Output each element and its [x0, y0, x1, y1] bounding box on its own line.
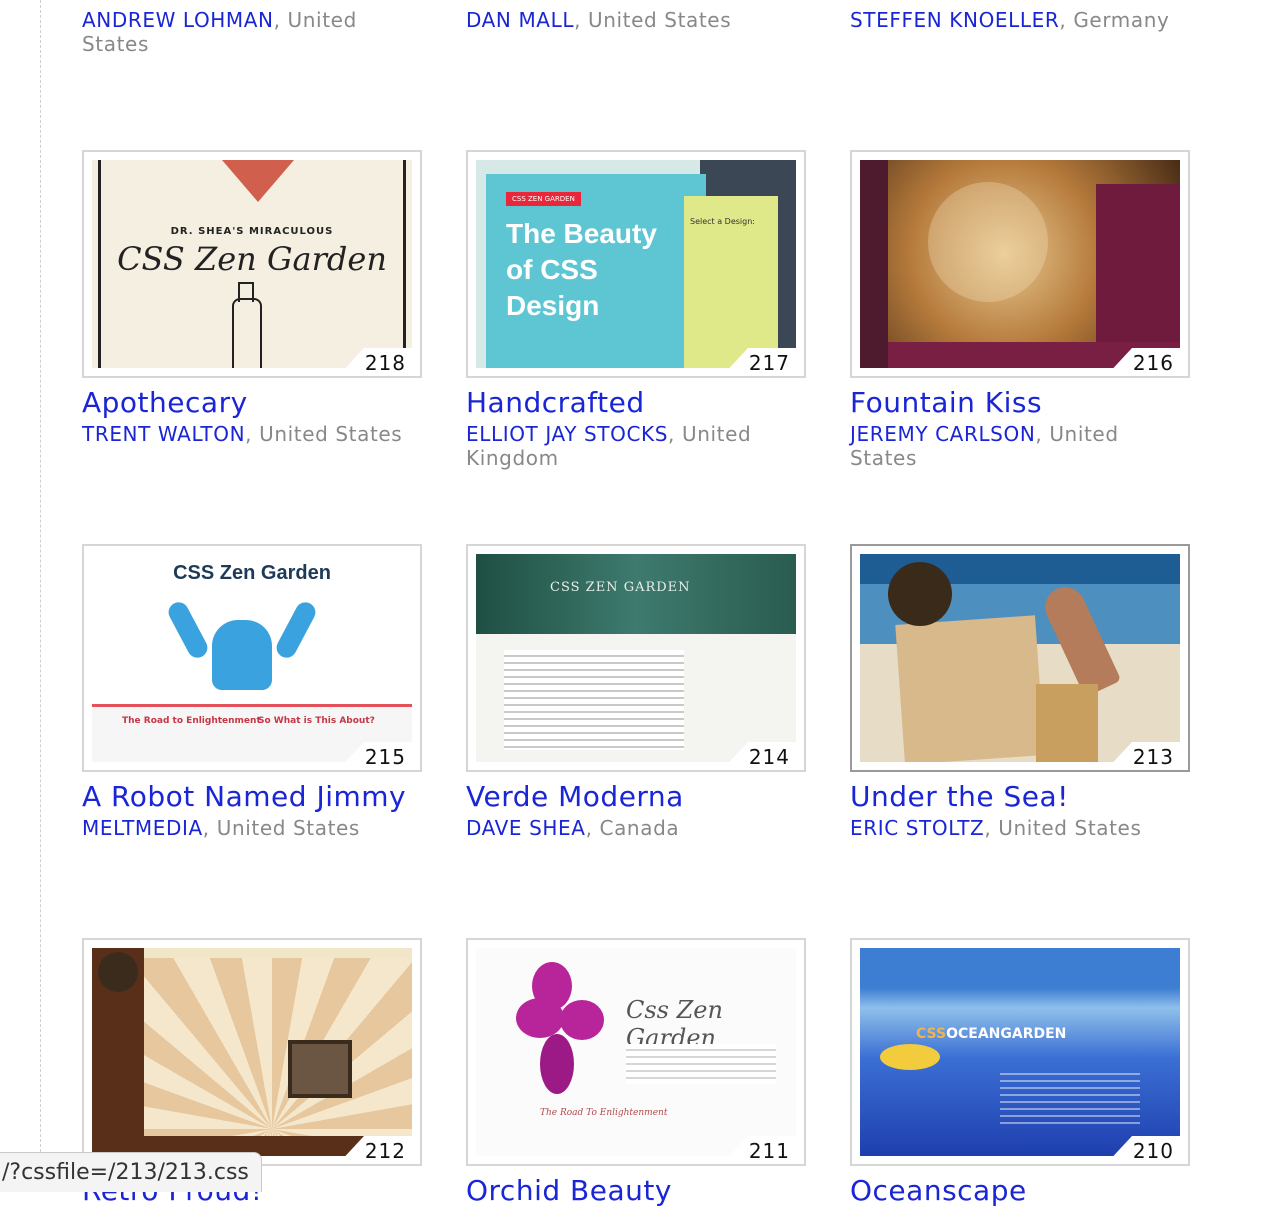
status-bar-url: /?cssfile=/213/213.css: [0, 1152, 262, 1192]
design-card: CSS Zen Garden The Road to Enlightenment…: [82, 544, 422, 840]
thumb-text: The Road to Enlightenment: [122, 716, 261, 726]
design-thumbnail[interactable]: CSS ZEN GARDEN 214: [466, 544, 806, 772]
byline: DAVE SHEA, Canada: [466, 816, 680, 840]
design-thumbnail[interactable]: Select a Design: CSS ZEN GARDEN The Beau…: [466, 150, 806, 378]
design-title-link[interactable]: Orchid Beauty: [466, 1174, 806, 1208]
design-card: Css Zen Garden The Road To Enlightenment…: [466, 938, 806, 1208]
author-country: United States: [259, 422, 403, 446]
design-screenshot: CSS Zen Garden The Road to Enlightenment…: [92, 554, 412, 762]
author-link[interactable]: DAVE SHEA: [466, 816, 586, 840]
author-link[interactable]: MELTMEDIA: [82, 816, 203, 840]
design-screenshot: Css Zen Garden The Road To Enlightenment: [476, 948, 796, 1156]
author-country: United States: [216, 816, 360, 840]
byline: STEFFEN KNOELLER, Germany: [850, 8, 1170, 32]
author-link[interactable]: ERIC STOLTZ: [850, 816, 984, 840]
design-thumbnail[interactable]: CSSOCEANGARDEN 210: [850, 938, 1190, 1166]
design-screenshot: Select a Design: CSS ZEN GARDEN The Beau…: [476, 160, 796, 368]
byline: MELTMEDIA, United States: [82, 816, 360, 840]
design-card: Select a Design: CSS ZEN GARDEN The Beau…: [466, 150, 806, 470]
design-thumbnail[interactable]: CSS Zen Garden The Road to Enlightenment…: [82, 544, 422, 772]
author-country: United States: [588, 8, 732, 32]
design-screenshot: DR. SHEA'S MIRACULOUS CSS Zen Garden: [92, 160, 412, 368]
left-dashed-rule: [40, 0, 41, 1192]
thumb-text: CSSOCEANGARDEN: [916, 1026, 1067, 1042]
thumb-text: So What is This About?: [258, 716, 375, 726]
design-card: 216 Fountain Kiss JEREMY CARLSON, United…: [850, 150, 1190, 470]
author-link[interactable]: DAN MALL: [466, 8, 574, 32]
author-country: United States: [998, 816, 1142, 840]
byline: DAN MALL, United States: [466, 8, 732, 32]
author-link[interactable]: TRENT WALTON: [82, 422, 245, 446]
design-screenshot: [92, 948, 412, 1156]
design-title-link[interactable]: Oceanscape: [850, 1174, 1190, 1208]
design-title-link[interactable]: Fountain Kiss: [850, 386, 1190, 420]
design-card: DR. SHEA'S MIRACULOUS CSS Zen Garden 218…: [82, 150, 422, 446]
design-thumbnail[interactable]: Css Zen Garden The Road To Enlightenment…: [466, 938, 806, 1166]
thumb-text: The Beauty of CSS Design: [506, 218, 657, 321]
design-title-link[interactable]: Under the Sea!: [850, 780, 1190, 814]
author-country: Germany: [1073, 8, 1170, 32]
author-link[interactable]: STEFFEN KNOELLER: [850, 8, 1059, 32]
design-card: 213 Under the Sea! ERIC STOLTZ, United S…: [850, 544, 1190, 840]
byline: ELLIOT JAY STOCKS, United Kingdom: [466, 422, 752, 470]
thumb-text: Select a Design:: [690, 217, 755, 226]
thumb-text: CSS ZEN GARDEN: [550, 580, 691, 595]
design-title-link[interactable]: Verde Moderna: [466, 780, 806, 814]
thumb-text: DR. SHEA'S MIRACULOUS: [170, 226, 334, 237]
design-thumbnail[interactable]: DR. SHEA'S MIRACULOUS CSS Zen Garden 218: [82, 150, 422, 378]
design-screenshot: [860, 160, 1180, 368]
design-thumbnail[interactable]: 212: [82, 938, 422, 1166]
design-thumbnail[interactable]: 213: [850, 544, 1190, 772]
byline: JEREMY CARLSON, United States: [850, 422, 1119, 470]
design-screenshot: CSSOCEANGARDEN: [860, 948, 1180, 1156]
design-screenshot: [860, 554, 1180, 762]
design-card: CSSOCEANGARDEN 210 Oceanscape: [850, 938, 1190, 1208]
robot-illustration: [212, 620, 272, 690]
design-screenshot: CSS ZEN GARDEN: [476, 554, 796, 762]
design-title-link[interactable]: Apothecary: [82, 386, 422, 420]
byline: ANDREW LOHMAN, United States: [82, 8, 357, 56]
author-link[interactable]: JEREMY CARLSON: [850, 422, 1035, 446]
thumb-text: The Road To Enlightenment: [540, 1108, 668, 1118]
design-thumbnail[interactable]: 216: [850, 150, 1190, 378]
thumb-text: CSS ZEN GARDEN: [506, 192, 581, 206]
byline: ERIC STOLTZ, United States: [850, 816, 1142, 840]
design-title-link[interactable]: Handcrafted: [466, 386, 806, 420]
author-link[interactable]: ELLIOT JAY STOCKS: [466, 422, 668, 446]
author-country: Canada: [599, 816, 680, 840]
author-link[interactable]: ANDREW LOHMAN: [82, 8, 274, 32]
byline: TRENT WALTON, United States: [82, 422, 403, 446]
thumb-text: CSS Zen Garden: [173, 562, 331, 584]
thumb-text: CSS Zen Garden: [117, 240, 387, 278]
design-title-link[interactable]: A Robot Named Jimmy: [82, 780, 422, 814]
design-card: CSS ZEN GARDEN 214 Verde Moderna DAVE SH…: [466, 544, 806, 840]
